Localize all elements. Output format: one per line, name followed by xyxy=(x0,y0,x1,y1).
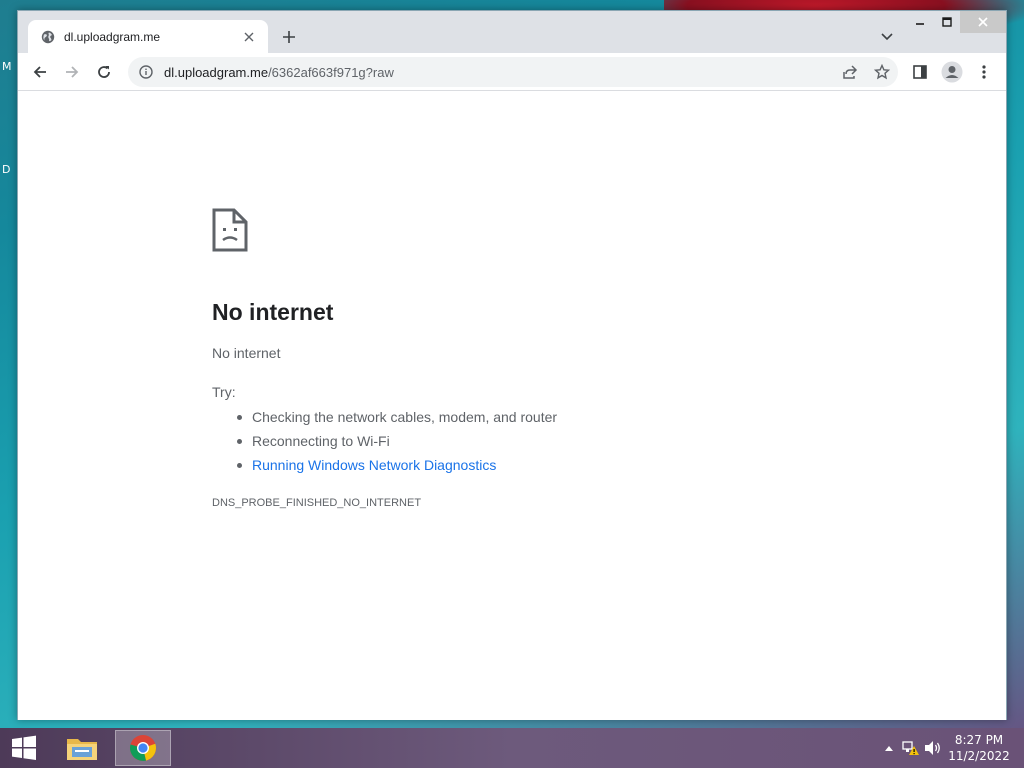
browser-window: dl.uploadgram.me dl.uploadgram.me/6362af… xyxy=(17,10,1007,720)
kebab-menu-icon xyxy=(982,65,986,79)
url-path: /6362af663f971g?raw xyxy=(268,64,394,80)
clock[interactable]: 8:27 PM 11/2/2022 xyxy=(944,732,1014,764)
suggestions-list: Checking the network cables, modem, and … xyxy=(236,408,557,480)
browser-toolbar: dl.uploadgram.me/6362af663f971g?raw xyxy=(18,53,1006,91)
network-status-button[interactable] xyxy=(900,728,922,768)
volume-button[interactable] xyxy=(922,728,944,768)
avatar-icon xyxy=(941,61,963,83)
page-content: No internet No internet Try: Checking th… xyxy=(18,92,1006,720)
tab-strip: dl.uploadgram.me xyxy=(18,11,1006,53)
clock-time: 8:27 PM xyxy=(954,733,1004,747)
folder-icon xyxy=(67,739,97,760)
network-warning-icon xyxy=(902,741,919,755)
url-host: dl.uploadgram.me xyxy=(164,64,269,80)
back-button[interactable] xyxy=(26,58,54,86)
bookmark-button[interactable] xyxy=(866,57,898,87)
error-subtitle: No internet xyxy=(212,345,281,361)
minimize-button[interactable] xyxy=(906,11,933,33)
try-label: Try: xyxy=(212,384,236,400)
suggestion-item: Reconnecting to Wi-Fi xyxy=(236,432,557,456)
maximize-button[interactable] xyxy=(933,11,960,33)
tab-search-button[interactable] xyxy=(876,26,898,48)
arrow-right-icon xyxy=(66,66,79,78)
show-hidden-icons-button[interactable] xyxy=(878,728,900,768)
tab-title: dl.uploadgram.me xyxy=(64,29,161,44)
windows-logo-icon xyxy=(12,735,36,760)
side-panel-icon xyxy=(913,65,927,79)
share-icon xyxy=(843,65,858,79)
sad-document-icon xyxy=(212,208,248,252)
desktop-icon-label-fragment: M xyxy=(2,60,12,73)
error-title: No internet xyxy=(212,299,334,325)
system-tray: 8:27 PM 11/2/2022 xyxy=(878,728,1024,768)
start-button[interactable] xyxy=(0,728,48,768)
show-desktop-button[interactable] xyxy=(1014,728,1024,768)
taskbar-file-explorer[interactable] xyxy=(54,730,110,766)
taskbar-chrome[interactable] xyxy=(115,730,171,766)
side-panel-button[interactable] xyxy=(906,58,934,86)
globe-icon xyxy=(40,29,56,45)
speaker-icon xyxy=(925,741,940,755)
chrome-icon xyxy=(130,735,156,761)
forward-button[interactable] xyxy=(58,58,86,86)
minimize-icon xyxy=(915,23,924,25)
suggestion-item: Checking the network cables, modem, and … xyxy=(236,408,557,432)
tab-active[interactable]: dl.uploadgram.me xyxy=(28,20,268,53)
new-tab-button[interactable] xyxy=(276,24,302,50)
desktop-icon-label-fragment: D xyxy=(2,163,11,176)
close-icon xyxy=(244,32,254,41)
taskbar: 8:27 PM 11/2/2022 xyxy=(0,728,1024,768)
address-bar[interactable]: dl.uploadgram.me/6362af663f971g?raw xyxy=(128,57,898,87)
maximize-icon xyxy=(941,17,952,27)
network-diagnostics-link[interactable]: Running Windows Network Diagnostics xyxy=(236,456,557,480)
close-icon xyxy=(978,17,988,27)
star-icon xyxy=(874,64,890,80)
close-window-button[interactable] xyxy=(960,11,1006,33)
reload-icon xyxy=(98,66,110,78)
profile-button[interactable] xyxy=(938,58,966,86)
plus-icon xyxy=(283,31,295,43)
arrow-left-icon xyxy=(33,66,46,78)
omnibox-actions xyxy=(834,57,898,87)
error-code: DNS_PROBE_FINISHED_NO_INTERNET xyxy=(212,497,422,509)
info-icon[interactable] xyxy=(138,64,154,80)
reload-button[interactable] xyxy=(90,58,118,86)
chevron-up-icon xyxy=(885,746,893,751)
url-text[interactable]: dl.uploadgram.me/6362af663f971g?raw xyxy=(164,65,394,80)
window-controls xyxy=(906,11,1006,33)
close-tab-button[interactable] xyxy=(240,28,258,46)
share-button[interactable] xyxy=(834,57,866,87)
chevron-down-icon xyxy=(881,33,893,41)
clock-date: 11/2/2022 xyxy=(948,749,1010,763)
menu-button[interactable] xyxy=(970,58,998,86)
